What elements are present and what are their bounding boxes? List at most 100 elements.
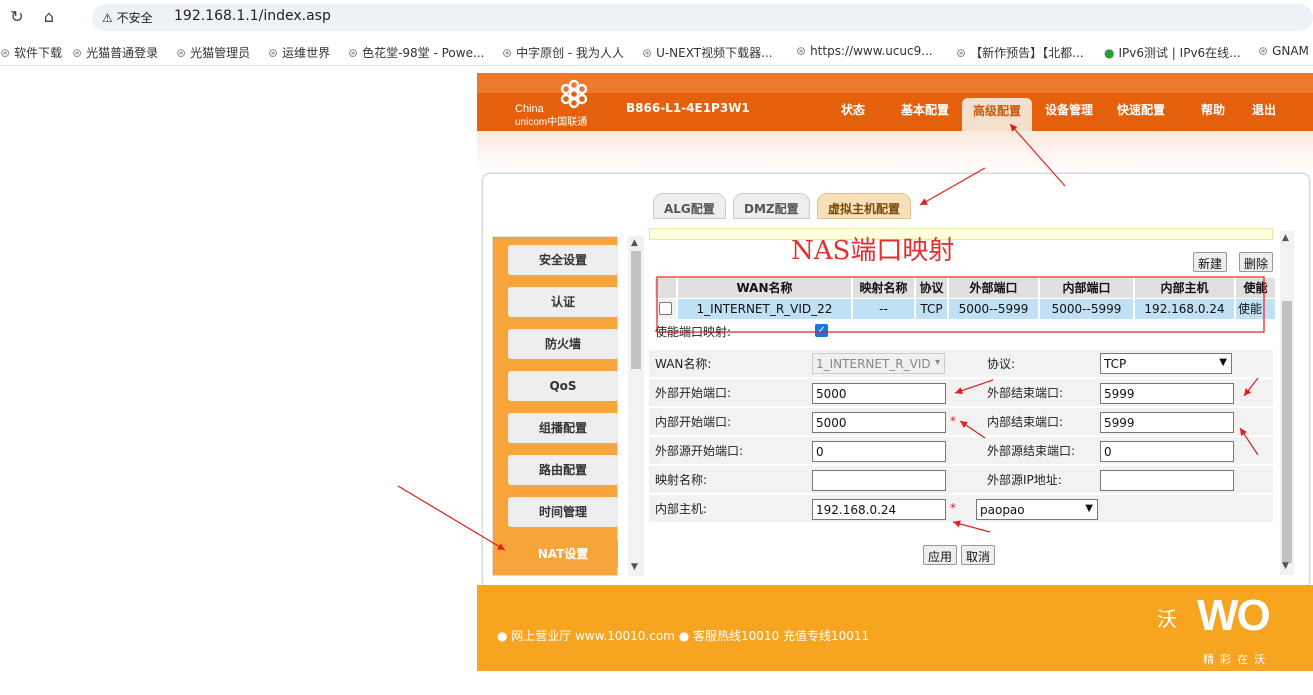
cell-map-name[interactable]: -- bbox=[853, 299, 915, 319]
col-wan-name: WAN名称 bbox=[678, 278, 852, 298]
new-button[interactable]: 新建 bbox=[1193, 252, 1228, 272]
globe-icon: ⊛ bbox=[348, 46, 359, 60]
nas-annotation: NAS端口映射 bbox=[791, 236, 955, 266]
bookmark[interactable]: ⊛ 光猫管理员 bbox=[176, 44, 250, 61]
enable-label: 使能端口映射: bbox=[655, 325, 732, 339]
bookmark[interactable]: ⊛ 【新作预告】【北都... bbox=[956, 44, 1084, 61]
tab-alg[interactable]: ALG配置 bbox=[653, 193, 726, 219]
cell-protocol[interactable]: TCP bbox=[916, 299, 948, 319]
bookmark[interactable]: ⊛ https://www.ucuc9... bbox=[796, 44, 933, 58]
scroll-down-icon[interactable]: ▼ bbox=[1282, 561, 1289, 571]
reload-icon[interactable]: ↻ bbox=[8, 8, 26, 26]
side-scrollbar[interactable]: ▲ ▼ bbox=[628, 236, 644, 576]
src-start-input[interactable]: 0 bbox=[812, 441, 946, 462]
nav-advanced-config[interactable]: 高级配置 bbox=[962, 98, 1033, 131]
src-ip-input[interactable] bbox=[1100, 470, 1234, 491]
router-footer: ● 网上营业厅 www.10010.com ● 客服热线10010 充值专线10… bbox=[477, 585, 1313, 671]
col-enable: 使能 bbox=[1236, 278, 1276, 298]
side-item-firewall[interactable]: 防火墙 bbox=[508, 329, 618, 359]
protocol-select[interactable]: TCP ▼ bbox=[1100, 353, 1232, 374]
cell-int-host[interactable]: 192.168.0.24 bbox=[1135, 299, 1235, 319]
col-protocol: 协议 bbox=[916, 278, 948, 298]
bookmark[interactable]: ⊛ 软件下载 bbox=[0, 44, 62, 61]
nav-device-management[interactable]: 设备管理 bbox=[1045, 101, 1093, 118]
globe-icon: ⊛ bbox=[72, 46, 83, 60]
form-row-int-port: 内部开始端口: 5000 * 内部结束端口: 5999 bbox=[649, 408, 1273, 436]
host-input[interactable]: 192.168.0.24 bbox=[812, 499, 946, 520]
form-row-src-port: 外部源开始端口: 0 外部源结束端口: 0 bbox=[649, 437, 1273, 465]
cell-enable[interactable]: 使能 bbox=[1236, 299, 1276, 319]
protocol-label: 协议: bbox=[987, 357, 1016, 371]
scroll-down-icon[interactable]: ▼ bbox=[631, 562, 638, 572]
side-item-multicast[interactable]: 组播配置 bbox=[508, 413, 618, 443]
side-item-security[interactable]: 安全设置 bbox=[508, 245, 618, 275]
side-item-routing[interactable]: 路由配置 bbox=[508, 455, 618, 485]
delete-button[interactable]: 删除 bbox=[1239, 252, 1274, 272]
home-icon[interactable]: ⌂ bbox=[40, 8, 58, 26]
tab-virtual-host[interactable]: 虚拟主机配置 bbox=[817, 193, 912, 219]
china-unicom-logo: China unicom中国联通 bbox=[515, 79, 595, 128]
cell-wan-name[interactable]: 1_INTERNET_R_VID_22 bbox=[678, 299, 852, 319]
ext-start-input[interactable]: 5000 bbox=[812, 383, 946, 404]
bookmark[interactable]: ⊛ 光猫普通登录 bbox=[72, 44, 158, 61]
globe-icon: ⊛ bbox=[0, 46, 11, 60]
content-scroll-thumb[interactable] bbox=[1282, 301, 1292, 563]
col-int-port: 内部端口 bbox=[1040, 278, 1134, 298]
ipv6-icon: ● bbox=[1104, 46, 1115, 60]
tab-dmz[interactable]: DMZ配置 bbox=[733, 193, 810, 219]
src-end-input[interactable]: 0 bbox=[1100, 441, 1234, 462]
bookmark[interactable]: ⊛ 运维世界 bbox=[268, 44, 330, 61]
content-scrollbar[interactable]: ▲ ▼ bbox=[1280, 231, 1294, 575]
nav-quick-config[interactable]: 快速配置 bbox=[1117, 101, 1165, 118]
map-name-input[interactable] bbox=[812, 470, 946, 491]
int-start-input[interactable]: 5000 bbox=[812, 412, 946, 433]
src-end-label: 外部源结束端口: bbox=[987, 444, 1076, 458]
int-end-label: 内部结束端口: bbox=[987, 415, 1064, 429]
col-map-name: 映射名称 bbox=[853, 278, 915, 298]
footer-links[interactable]: ● 网上营业厅 www.10010.com ● 客服热线10010 充值专线10… bbox=[497, 627, 869, 644]
enable-checkbox[interactable]: ✓ bbox=[815, 324, 828, 337]
form-row-wan: WAN名称: 1_INTERNET_R_VID ▾ 协议: TCP ▼ bbox=[649, 350, 1273, 378]
side-item-nat[interactable]: NAT设置 bbox=[508, 539, 618, 569]
bookmarks-bar: ⊛ 软件下载 ⊛ 光猫普通登录 ⊛ 光猫管理员 ⊛ 运维世界 ⊛ 色花堂-98堂 - Po… bbox=[0, 38, 1313, 66]
nav-basic-config[interactable]: 基本配置 bbox=[901, 101, 949, 118]
bookmark[interactable]: ⊛ GNAM bbox=[1258, 44, 1309, 58]
bookmark[interactable]: ⊛ U-NEXT视频下载器... bbox=[642, 44, 773, 61]
bookmark[interactable]: ⊛ 色花堂-98堂 - Powe... bbox=[348, 44, 484, 61]
chevron-down-icon: ▼ bbox=[1085, 503, 1093, 514]
side-item-qos[interactable]: QoS bbox=[508, 371, 618, 401]
url-text[interactable]: 192.168.1.1/index.asp bbox=[174, 8, 331, 24]
cancel-button[interactable]: 取消 bbox=[961, 545, 996, 565]
globe-icon: ⊛ bbox=[1258, 44, 1269, 58]
host-device-select[interactable]: paopao ▼ bbox=[976, 499, 1098, 520]
security-warning[interactable]: ⚠ 不安全 bbox=[102, 9, 153, 26]
nat-content: NAS端口映射 新建 删除 WAN名称 映射名称 协议 外部端口 内部端口 内部… bbox=[649, 228, 1277, 578]
row-checkbox[interactable] bbox=[659, 302, 672, 315]
ext-end-input[interactable]: 5999 bbox=[1100, 383, 1234, 404]
wan-select[interactable]: 1_INTERNET_R_VID ▾ bbox=[812, 353, 945, 374]
int-end-input[interactable]: 5999 bbox=[1100, 412, 1234, 433]
int-start-label: 内部开始端口: bbox=[655, 415, 732, 429]
wan-label: WAN名称: bbox=[655, 357, 712, 371]
browser-toolbar: ↻ ⌂ ⚠ 不安全 192.168.1.1/index.asp bbox=[0, 0, 1313, 36]
nav-help[interactable]: 帮助 bbox=[1201, 101, 1225, 118]
apply-button[interactable]: 应用 bbox=[923, 545, 958, 565]
form-row-enable: 使能端口映射: ✓ bbox=[649, 322, 1273, 350]
nav-logout[interactable]: 退出 bbox=[1252, 101, 1276, 118]
col-int-host: 内部主机 bbox=[1135, 278, 1235, 298]
side-item-auth[interactable]: 认证 bbox=[508, 287, 618, 317]
side-item-time[interactable]: 时间管理 bbox=[508, 497, 618, 527]
globe-icon: ⊛ bbox=[642, 46, 653, 60]
ext-start-label: 外部开始端口: bbox=[655, 386, 732, 400]
side-scroll-thumb[interactable] bbox=[631, 251, 641, 369]
bookmark[interactable]: ● IPv6测试 | IPv6在线... bbox=[1104, 44, 1241, 61]
col-select bbox=[655, 278, 677, 298]
bookmark[interactable]: ⊛ 中字原创 - 我为人人 bbox=[502, 44, 624, 61]
cell-ext-port[interactable]: 5000--5999 bbox=[949, 299, 1039, 319]
nav-status[interactable]: 状态 bbox=[841, 101, 865, 118]
cell-int-port[interactable]: 5000--5999 bbox=[1040, 299, 1134, 319]
scroll-up-icon[interactable]: ▲ bbox=[1282, 233, 1289, 243]
form-row-map-name: 映射名称: 外部源IP地址: bbox=[649, 466, 1273, 494]
scroll-up-icon[interactable]: ▲ bbox=[631, 238, 638, 248]
router-page: China unicom中国联通 B866-L1-4E1P3W1 状态 基本配置… bbox=[477, 73, 1313, 671]
